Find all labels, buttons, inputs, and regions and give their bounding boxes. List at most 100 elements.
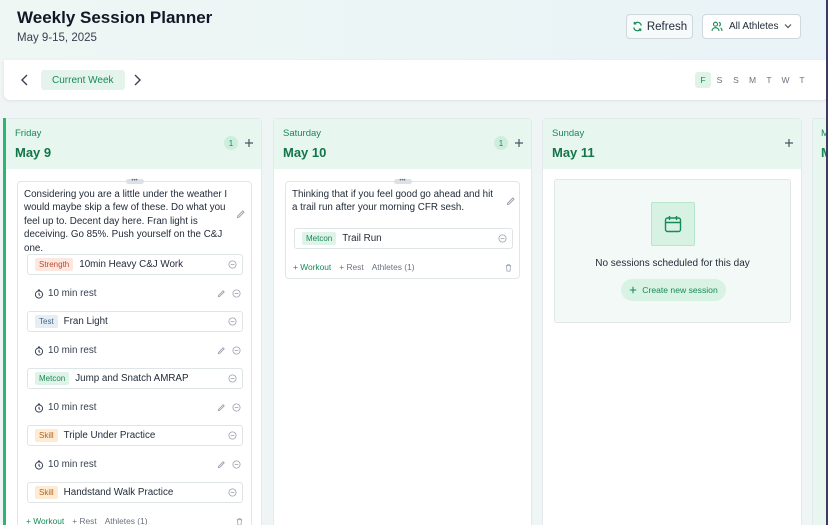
day-pill[interactable]: M — [745, 72, 761, 88]
workout-item[interactable]: Strength 10min Heavy C&J Work — [27, 254, 243, 275]
pencil-icon[interactable] — [236, 209, 246, 219]
workout-name: Fran Light — [63, 316, 108, 327]
chevron-right-icon[interactable] — [132, 74, 142, 86]
week-navigation: Current Week F S S M T W T — [4, 60, 828, 100]
day-name: Sunday — [552, 128, 585, 139]
workout-item[interactable]: Skill Handstand Walk Practice — [27, 482, 243, 503]
create-session-button[interactable]: Create new session — [621, 279, 726, 301]
pencil-icon[interactable] — [217, 460, 226, 469]
trash-icon[interactable] — [504, 263, 513, 272]
athletes-filter-select[interactable]: All Athletes — [702, 14, 801, 39]
remove-circle-icon[interactable] — [232, 403, 241, 412]
session-footer: + Workout + Rest Athletes (1) — [293, 262, 415, 272]
rest-item[interactable]: 10 min rest — [34, 397, 96, 418]
add-workout-link[interactable]: + Workout — [293, 262, 331, 272]
day-date: May 9 — [15, 145, 52, 160]
session-count-badge: 1 — [494, 136, 508, 150]
day-pill[interactable]: T — [761, 72, 777, 88]
day-date: May 10 — [283, 145, 327, 160]
pencil-icon[interactable] — [217, 289, 226, 298]
rest-label: 10 min rest — [48, 288, 97, 299]
rest-item[interactable]: 10 min rest — [34, 454, 96, 475]
day-pill[interactable]: F — [695, 72, 711, 88]
day-column-header: Saturday May 10 1 — [274, 119, 531, 169]
workout-item[interactable]: Metcon Jump and Snatch AMRAP — [27, 368, 243, 389]
date-range: May 9-15, 2025 — [17, 32, 97, 44]
add-rest-link[interactable]: + Rest — [339, 262, 363, 272]
workout-tag: Test — [35, 315, 58, 328]
plus-icon[interactable] — [784, 138, 794, 148]
day-name: Saturday — [283, 128, 322, 139]
workout-tag: Metcon — [302, 232, 337, 245]
workout-item[interactable]: Skill Triple Under Practice — [27, 425, 243, 446]
rest-label: 10 min rest — [48, 402, 97, 413]
refresh-label: Refresh — [646, 20, 688, 33]
pencil-icon[interactable] — [217, 403, 226, 412]
empty-day-text: No sessions scheduled for this day — [595, 258, 750, 269]
rest-actions — [217, 346, 241, 355]
selected-day-accent — [3, 118, 6, 525]
stopwatch-icon — [34, 403, 44, 413]
trash-icon[interactable] — [235, 517, 244, 525]
day-column-saturday: Saturday May 10 1 ••• Thinking that if y… — [273, 118, 532, 525]
session-note[interactable]: Considering you are a little under the w… — [24, 188, 236, 255]
remove-circle-icon[interactable] — [228, 260, 237, 269]
current-week-button[interactable]: Current Week — [41, 70, 125, 90]
session-footer: + Workout + Rest Athletes (1) — [26, 516, 148, 525]
refresh-button[interactable]: Refresh — [626, 14, 693, 39]
workout-item[interactable]: Metcon Trail Run — [294, 228, 513, 249]
workout-tag: Skill — [35, 486, 58, 499]
chevron-left-icon[interactable] — [20, 74, 30, 86]
workout-name: 10min Heavy C&J Work — [79, 259, 184, 270]
refresh-icon — [633, 21, 642, 32]
rest-item[interactable]: 10 min rest — [34, 340, 96, 361]
add-workout-link[interactable]: + Workout — [26, 516, 64, 525]
pencil-icon[interactable] — [217, 346, 226, 355]
users-icon — [711, 21, 723, 32]
day-pill[interactable]: W — [778, 72, 794, 88]
pencil-icon[interactable] — [506, 196, 516, 206]
drag-handle[interactable]: ••• — [393, 178, 412, 184]
workout-item[interactable]: Test Fran Light — [27, 311, 243, 332]
remove-circle-icon[interactable] — [232, 460, 241, 469]
session-note[interactable]: Thinking that if you feel good go ahead … — [292, 188, 500, 215]
workout-tag: Strength — [35, 258, 74, 271]
day-pill[interactable]: S — [728, 72, 744, 88]
rest-label: 10 min rest — [48, 345, 97, 356]
session-card[interactable]: ••• Thinking that if you feel good go ah… — [285, 178, 520, 279]
remove-circle-icon[interactable] — [498, 234, 507, 243]
rest-actions — [217, 289, 241, 298]
athletes-link[interactable]: Athletes (1) — [105, 516, 148, 525]
add-rest-link[interactable]: + Rest — [72, 516, 96, 525]
remove-circle-icon[interactable] — [228, 488, 237, 497]
athletes-link[interactable]: Athletes (1) — [372, 262, 415, 272]
stopwatch-icon — [34, 460, 44, 470]
drag-handle[interactable]: ••• — [125, 178, 144, 184]
remove-circle-icon[interactable] — [228, 317, 237, 326]
rest-actions — [217, 460, 241, 469]
plus-icon[interactable] — [244, 138, 254, 148]
day-column-header: Friday May 9 1 — [6, 119, 261, 169]
workout-name: Trail Run — [342, 233, 382, 244]
remove-circle-icon[interactable] — [228, 374, 237, 383]
day-name: Friday — [15, 128, 42, 139]
create-session-label: Create new session — [642, 285, 718, 295]
rest-item[interactable]: 10 min rest — [34, 283, 96, 304]
stopwatch-icon — [34, 346, 44, 356]
workout-tag: Metcon — [35, 372, 70, 385]
remove-circle-icon[interactable] — [232, 289, 241, 298]
remove-circle-icon[interactable] — [228, 431, 237, 440]
workout-name: Jump and Snatch AMRAP — [75, 373, 189, 384]
calendar-icon — [651, 202, 695, 246]
workout-name: Triple Under Practice — [63, 430, 156, 441]
day-pill[interactable]: S — [712, 72, 728, 88]
rest-label: 10 min rest — [48, 459, 97, 470]
athletes-filter-value: All Athletes — [729, 21, 779, 32]
plus-icon[interactable] — [514, 138, 524, 148]
remove-circle-icon[interactable] — [232, 346, 241, 355]
empty-day-placeholder: No sessions scheduled for this day Creat… — [554, 179, 791, 323]
day-pill[interactable]: T — [794, 72, 810, 88]
stopwatch-icon — [34, 289, 44, 299]
day-column-friday: Friday May 9 1 ••• Considering you are a… — [5, 118, 262, 525]
rest-actions — [217, 403, 241, 412]
